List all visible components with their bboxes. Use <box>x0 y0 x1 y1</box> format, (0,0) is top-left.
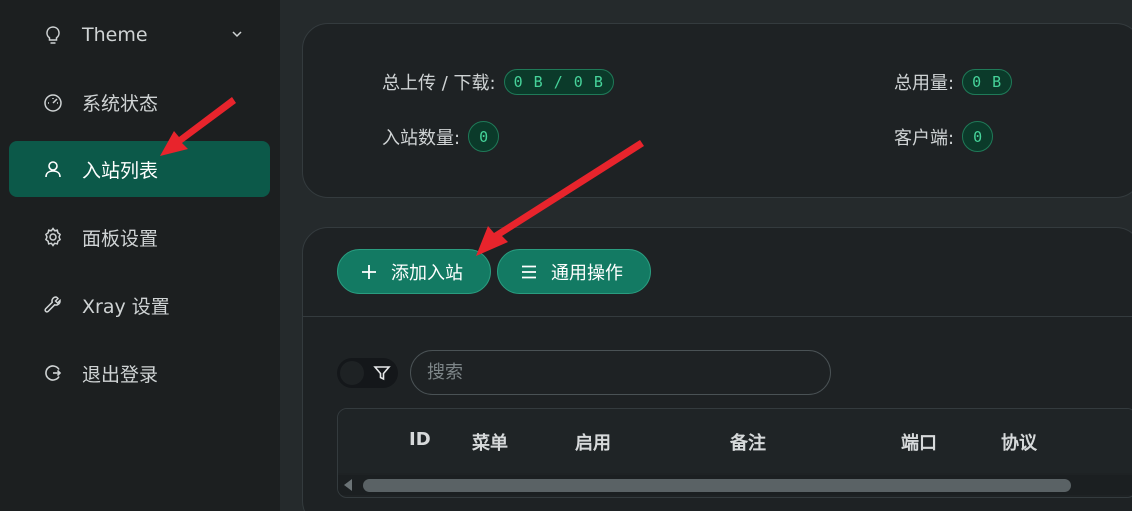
general-actions-button[interactable]: 通用操作 <box>497 249 651 294</box>
add-inbound-label: 添加入站 <box>391 262 463 284</box>
column-header-enabled[interactable]: 启用 <box>575 429 611 455</box>
menu-icon <box>522 265 536 278</box>
stat-total-usage: 总用量: 0 B <box>894 69 1013 95</box>
plus-icon <box>362 264 376 279</box>
sidebar-item-theme[interactable]: Theme <box>9 7 270 63</box>
stat-upload-download: 总上传 / 下载: 0 B / 0 B <box>382 69 614 95</box>
sidebar-item-xray-settings[interactable]: Xray 设置 <box>9 277 270 333</box>
sidebar-item-system-status[interactable]: 系统状态 <box>9 74 270 130</box>
inbound-table: ID 菜单 启用 备注 端口 协议 <box>337 408 1132 498</box>
user-icon <box>45 161 61 178</box>
column-header-id[interactable]: ID <box>409 429 431 450</box>
dashboard-icon <box>44 94 62 112</box>
scrollbar-thumb[interactable] <box>363 479 1071 492</box>
stat-value-badge: 0 B / 0 B <box>503 69 614 95</box>
stat-label: 总用量: <box>894 73 955 94</box>
sidebar-item-label: Xray 设置 <box>82 295 170 318</box>
sidebar: Theme 系统状态 入站列表 面板设置 Xray 设置 退出登录 <box>0 0 280 511</box>
toggle-knob <box>340 361 364 385</box>
column-header-menu[interactable]: 菜单 <box>472 429 508 455</box>
stat-clients: 客户端: 0 <box>894 121 994 152</box>
gear-icon <box>44 227 62 247</box>
general-actions-label: 通用操作 <box>551 262 623 284</box>
stat-value-badge: 0 <box>468 121 500 152</box>
filter-icon <box>373 366 391 381</box>
column-header-remark[interactable]: 备注 <box>730 429 766 455</box>
app-root: Theme 系统状态 入站列表 面板设置 Xray 设置 退出登录 总上传 / … <box>0 0 1132 511</box>
stats-card <box>302 23 1132 198</box>
column-header-protocol[interactable]: 协议 <box>1001 429 1037 455</box>
sidebar-item-logout[interactable]: 退出登录 <box>9 345 270 401</box>
chevron-down-icon[interactable] <box>230 27 244 41</box>
stat-value-badge: 0 <box>962 121 994 152</box>
bulb-icon <box>46 26 60 44</box>
stat-label: 客户端: <box>894 127 955 149</box>
scroll-left-icon[interactable] <box>344 479 352 491</box>
column-header-port[interactable]: 端口 <box>901 429 937 455</box>
sidebar-item-label: 面板设置 <box>82 227 159 250</box>
search-input[interactable] <box>410 350 831 395</box>
sidebar-item-inbounds[interactable]: 入站列表 <box>9 141 270 197</box>
stat-value-badge: 0 B <box>962 69 1013 95</box>
sidebar-item-label: 入站列表 <box>82 159 159 182</box>
sidebar-item-label: 系统状态 <box>82 92 159 115</box>
stat-inbound-count: 入站数量: 0 <box>382 121 500 152</box>
sidebar-item-label: Theme <box>82 24 148 46</box>
sidebar-item-label: 退出登录 <box>82 363 159 386</box>
add-inbound-button[interactable]: 添加入站 <box>337 249 491 294</box>
sidebar-item-panel-settings[interactable]: 面板设置 <box>9 209 270 265</box>
divider <box>302 316 1132 317</box>
logout-icon <box>45 365 62 381</box>
stat-label: 入站数量: <box>382 127 461 149</box>
horizontal-scrollbar[interactable] <box>338 475 1132 495</box>
filter-toggle[interactable] <box>337 358 398 388</box>
tool-icon <box>44 296 61 313</box>
stat-label: 总上传 / 下载: <box>382 73 496 94</box>
table-header: ID 菜单 启用 备注 端口 协议 <box>338 409 1132 473</box>
